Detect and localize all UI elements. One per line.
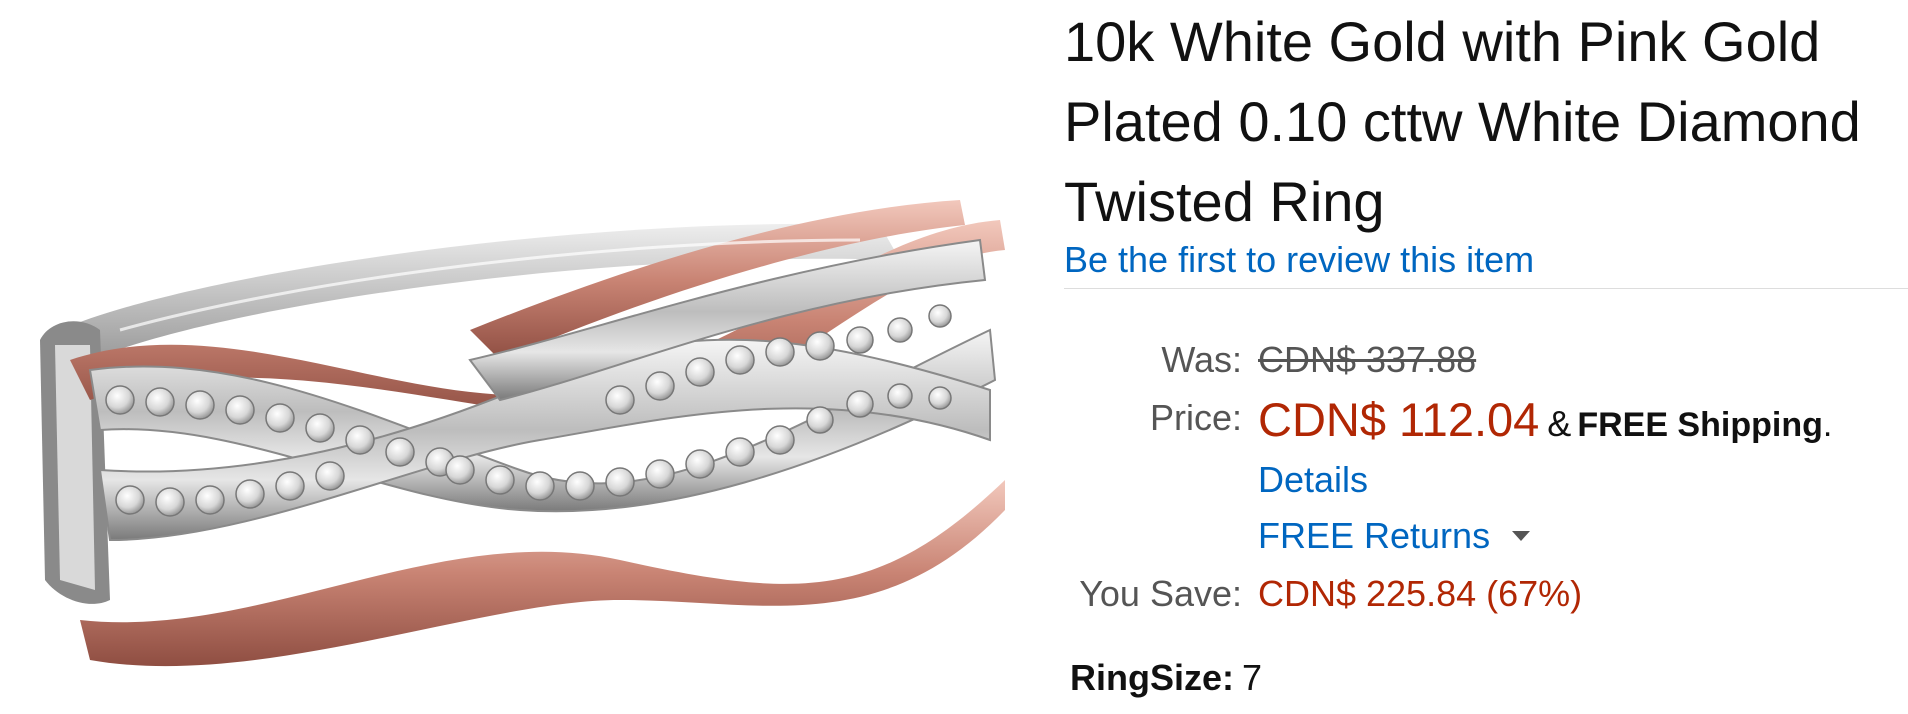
ampersand: &: [1547, 403, 1572, 444]
price-label: Price:: [1149, 397, 1242, 438]
current-price: CDN$ 112.04: [1258, 393, 1540, 446]
free-shipping-label: FREE Shipping: [1577, 406, 1823, 444]
product-title: 10k White Gold with Pink Gold Plated 0.1…: [1064, 10, 1861, 233]
was-label: Was:: [1161, 339, 1242, 380]
you-save-value: CDN$ 225.84 (67%): [1258, 573, 1583, 614]
ring-illustration: [40, 200, 1005, 667]
period: .: [1822, 406, 1833, 444]
divider: [1064, 288, 1908, 289]
price-row: CDN$ 112.04 & FREE Shipping.: [1258, 392, 1832, 448]
you-save-label: You Save:: [1079, 573, 1242, 614]
chevron-down-icon[interactable]: [1512, 531, 1531, 542]
ringsize-label: RingSize:: [1070, 657, 1235, 698]
ringsize-value: 7: [1242, 657, 1263, 698]
free-returns-dropdown[interactable]: FREE Returns: [1258, 514, 1531, 558]
was-price: CDN$ 337.88: [1258, 339, 1477, 380]
product-info-panel: 10k White Gold with Pink Gold Plated 0.1…: [1064, 0, 1908, 714]
ringsize-row: RingSize: 7: [1070, 656, 1262, 700]
review-link[interactable]: Be the first to review this item: [1064, 238, 1534, 282]
product-image[interactable]: [0, 0, 1040, 714]
free-returns-link[interactable]: FREE Returns: [1258, 515, 1490, 556]
details-link[interactable]: Details: [1258, 458, 1368, 502]
